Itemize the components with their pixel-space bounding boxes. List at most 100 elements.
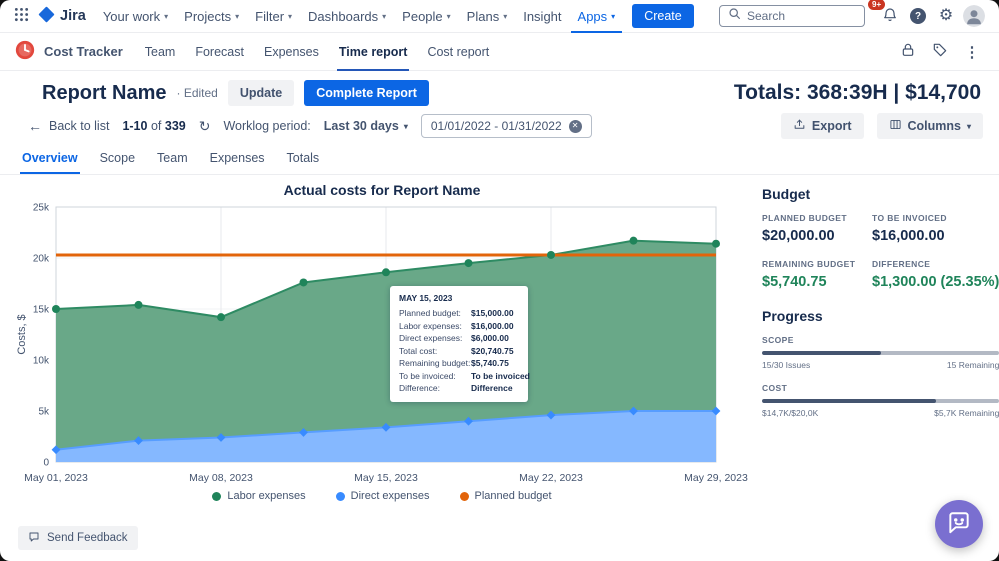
budget-planned: PLANNED BUDGET $20,000.00 <box>762 213 864 244</box>
legend-direct-expenses[interactable]: Direct expenses <box>336 490 430 502</box>
cost-chart[interactable]: 05k10k15k20k25kMay 01, 2023May 08, 2023M… <box>14 198 750 490</box>
export-icon <box>793 118 806 134</box>
chart-tooltip: MAY 15, 2023 Planned budget:$15,000.00 L… <box>390 286 528 402</box>
pagination-range: 1-10 <box>122 119 147 133</box>
nav-item-filter[interactable]: Filter▾ <box>248 0 299 33</box>
labels-button[interactable] <box>927 39 953 65</box>
svg-text:May 22, 2023: May 22, 2023 <box>519 472 583 484</box>
settings-button[interactable]: ⚙ <box>933 3 959 29</box>
chat-widget-button[interactable] <box>935 500 983 548</box>
labor-swatch-icon <box>212 492 221 501</box>
apptab-cost-report[interactable]: Cost report <box>425 33 491 71</box>
apptab-team[interactable]: Team <box>143 33 178 71</box>
complete-report-button[interactable]: Complete Report <box>304 80 429 106</box>
pagination: 1-10 of 339 <box>122 119 185 133</box>
cost-chart-container: Actual costs for Report Name 05k10k15k20… <box>14 175 750 502</box>
search-input[interactable] <box>747 9 856 23</box>
chevron-down-icon: ▾ <box>164 12 168 21</box>
more-actions-button[interactable]: ⋮ <box>959 39 985 65</box>
svg-text:25k: 25k <box>33 203 50 214</box>
tab-totals[interactable]: Totals <box>285 147 322 174</box>
tab-overview[interactable]: Overview <box>20 147 80 174</box>
global-search[interactable] <box>719 5 865 27</box>
apptab-time-report[interactable]: Time report <box>337 33 410 71</box>
progress-heading: Progress <box>762 308 999 324</box>
update-button[interactable]: Update <box>228 80 294 106</box>
nav-item-projects[interactable]: Projects▾ <box>177 0 246 33</box>
nav-item-plans[interactable]: Plans▾ <box>460 0 515 33</box>
date-range-chip[interactable]: 01/01/2022 - 01/31/2022 ✕ <box>421 114 592 138</box>
help-icon: ? <box>910 8 926 24</box>
report-content: Actual costs for Report Name 05k10k15k20… <box>0 175 999 502</box>
progress-label: COST <box>762 383 999 393</box>
nav-label: Plans <box>467 9 500 24</box>
budget-remaining: REMAINING BUDGET $5,740.75 <box>762 259 864 290</box>
legend-labor-expenses[interactable]: Labor expenses <box>212 490 305 502</box>
chevron-down-icon: ▾ <box>967 122 971 131</box>
feedback-label: Send Feedback <box>47 532 128 544</box>
chevron-down-icon: ▾ <box>503 12 507 21</box>
chart-title: Actual costs for Report Name <box>14 175 750 198</box>
chevron-down-icon: ▾ <box>404 122 408 131</box>
nav-item-people[interactable]: People▾ <box>395 0 458 33</box>
nav-item-your-work[interactable]: Your work ▾ <box>96 0 175 33</box>
apptab-forecast[interactable]: Forecast <box>193 33 246 71</box>
progress-cost: COST $14,7K/$20,0K$5,7K Remaining <box>762 383 999 418</box>
svg-text:15k: 15k <box>33 305 50 316</box>
cost-progress-meta: $14,7K/$20,0K$5,7K Remaining <box>762 408 999 418</box>
send-feedback-button[interactable]: Send Feedback <box>18 526 138 550</box>
profile-button[interactable] <box>961 3 987 29</box>
svg-text:May 29, 2023: May 29, 2023 <box>684 472 748 484</box>
scope-progress-fill <box>762 351 881 355</box>
nav-label: Your work <box>103 9 160 24</box>
budget-value: $16,000.00 <box>872 228 999 244</box>
page-title: Report Name <box>42 82 166 105</box>
nav-label: Insight <box>523 9 561 24</box>
svg-text:5k: 5k <box>38 407 50 418</box>
nav-item-apps[interactable]: Apps▾ <box>571 0 623 33</box>
search-icon <box>728 7 741 25</box>
cost-progress-fill <box>762 399 936 403</box>
budget-value: $5,740.75 <box>762 274 864 290</box>
close-icon[interactable]: ✕ <box>569 120 582 133</box>
tab-scope[interactable]: Scope <box>98 147 137 174</box>
cost-tracker-logo-icon <box>14 39 36 64</box>
app-switcher-button[interactable] <box>8 3 34 29</box>
app-title-label: Cost Tracker <box>44 44 123 59</box>
nav-label: Dashboards <box>308 9 378 24</box>
nav-item-insight[interactable]: Insight <box>516 0 568 33</box>
svg-text:10k: 10k <box>33 356 50 367</box>
lock-icon <box>900 42 916 61</box>
create-button[interactable]: Create <box>632 4 694 28</box>
brand-label: Jira <box>60 8 86 24</box>
chevron-down-icon: ▾ <box>447 12 451 21</box>
apptab-expenses[interactable]: Expenses <box>262 33 321 71</box>
tab-expenses[interactable]: Expenses <box>208 147 267 174</box>
tab-team[interactable]: Team <box>155 147 190 174</box>
scope-progress-meta: 15/30 Issues15 Remaining <box>762 360 999 370</box>
cost-tracker-home[interactable]: Cost Tracker <box>14 39 123 64</box>
jira-home-link[interactable]: Jira <box>38 6 86 27</box>
legend-planned-budget[interactable]: Planned budget <box>460 490 552 502</box>
export-button[interactable]: Export <box>781 113 864 139</box>
svg-text:May 08, 2023: May 08, 2023 <box>189 472 253 484</box>
notifications-button[interactable]: 9+ <box>877 3 903 29</box>
budget-value: $20,000.00 <box>762 228 864 244</box>
refresh-button[interactable]: ↻ <box>199 118 211 135</box>
columns-button[interactable]: Columns ▾ <box>877 113 984 139</box>
scope-progress-bar <box>762 351 999 355</box>
budget-value: $1,300.00 (25.35%) <box>872 274 999 290</box>
nav-item-dashboards[interactable]: Dashboards▾ <box>301 0 393 33</box>
export-label: Export <box>812 119 852 133</box>
help-button[interactable]: ? <box>905 3 931 29</box>
report-toolbar: ← Back to list 1-10 of 339 ↻ Worklog per… <box>0 109 999 143</box>
jira-window: Jira Your work ▾ Projects▾ Filter▾ Dashbo… <box>0 0 999 561</box>
back-arrow-icon: ← <box>28 118 42 134</box>
permissions-button[interactable] <box>895 39 921 65</box>
top-navigation: Jira Your work ▾ Projects▾ Filter▾ Dashbo… <box>0 0 999 33</box>
period-dropdown[interactable]: Last 30 days ▾ <box>324 119 408 133</box>
svg-text:20k: 20k <box>33 254 50 265</box>
legend-label: Direct expenses <box>351 490 430 502</box>
pagination-total: 339 <box>165 119 186 133</box>
back-to-list-button[interactable]: ← Back to list <box>28 118 109 134</box>
